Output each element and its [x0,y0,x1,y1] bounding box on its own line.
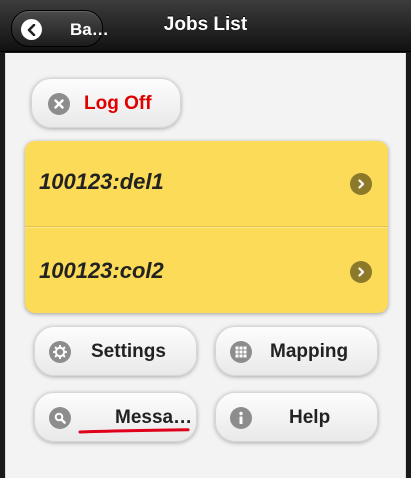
search-icon [49,407,71,429]
settings-button[interactable]: Settings [34,326,197,376]
info-icon [230,407,252,429]
log-off-label: Log Off [84,93,152,114]
job-label: 100123:col2 [39,258,164,283]
job-list-item[interactable]: 100123:del1 [25,141,388,227]
help-button[interactable]: Help [215,392,378,442]
page-content: Log Off 100123:del1 100123:col2 Settings [5,53,406,478]
annotation-underline [78,428,190,434]
header-bar: Ba… Jobs List [0,0,411,52]
messages-button[interactable]: Messa… [34,392,197,442]
mapping-label: Mapping [270,341,349,362]
gear-icon [49,341,71,363]
page-title: Jobs List [163,14,248,35]
chevron-right-icon [350,173,372,195]
messages-label: Messa… [115,407,193,428]
log-off-button[interactable]: Log Off [31,78,181,128]
settings-label: Settings [91,341,166,362]
job-label: 100123:del1 [39,169,164,194]
jobs-list: 100123:del1 100123:col2 [25,141,388,313]
chevron-right-icon [350,261,372,283]
help-label: Help [289,407,331,428]
grid-icon [230,341,252,363]
mapping-button[interactable]: Mapping [215,326,378,376]
job-list-item[interactable]: 100123:col2 [25,227,388,313]
close-icon [48,93,70,115]
